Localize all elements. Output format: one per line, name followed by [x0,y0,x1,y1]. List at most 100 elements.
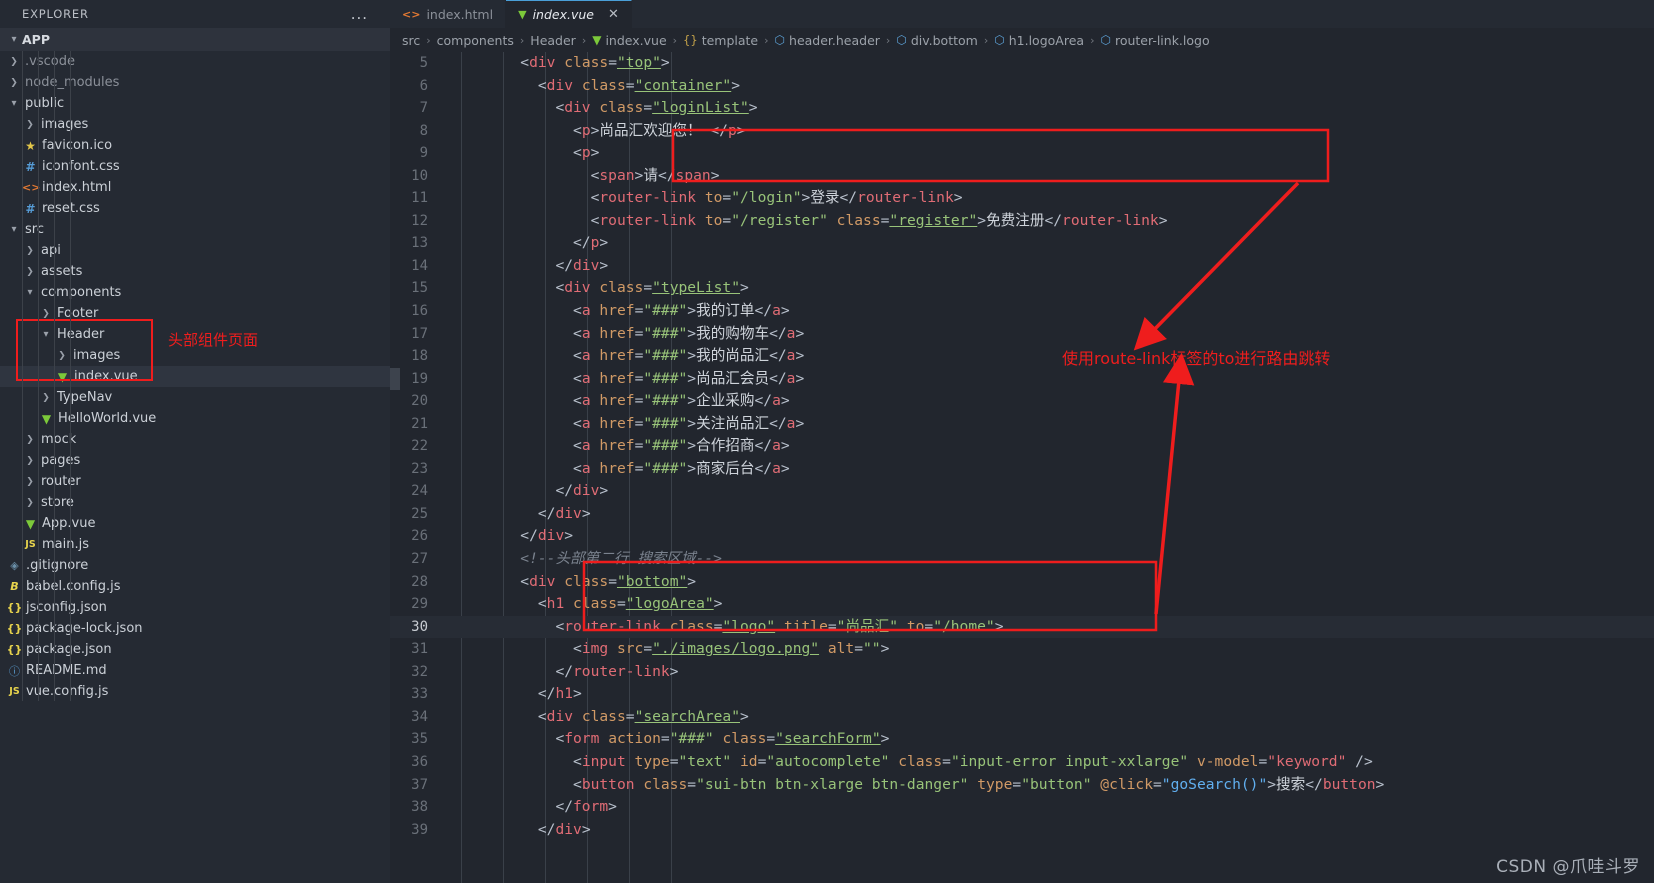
breadcrumb-item[interactable]: Header [530,33,576,48]
vue-icon: ▼ [592,33,602,47]
code-line-text: <a href="###">我的购物车</a> [573,324,805,342]
code-line[interactable]: 17 <a href="###">我的购物车</a> [390,323,1654,346]
sidebar-item-favicon-ico[interactable]: ★ favicon.ico [0,135,390,156]
code-line[interactable]: 14 </div> [390,255,1654,278]
sidebar-item-vue-config-js[interactable]: JS vue.config.js [0,681,390,702]
code-line-text: <form action="###" class="searchForm"> [555,730,890,748]
code-line[interactable]: 25 </div> [390,503,1654,526]
code-line-text: </div> [555,256,609,274]
sidebar-item-package-json[interactable]: {} package.json [0,639,390,660]
code-line[interactable]: 30 <router-link class="logo" title="尚品汇"… [390,615,1654,639]
line-number: 6 [419,77,428,94]
sidebar-item-reset-css[interactable]: #reset.css [0,198,390,219]
line-number: 28 [411,573,428,590]
sidebar-item-iconfont-css[interactable]: # iconfont.css [0,156,390,177]
sidebar-item-images[interactable]: ❯ images [0,114,390,135]
code-line[interactable]: 10 <span>请</span> [390,165,1654,188]
sidebar-item-vscode[interactable]: ❯ .vscode [0,51,390,72]
sidebar-item-helloworld-vue[interactable]: ▼ HelloWorld.vue [0,408,390,429]
code-line[interactable]: 26 </div> [390,525,1654,548]
breadcrumb-item[interactable]: {} template [683,33,758,48]
sidebar-item-babel-config-js[interactable]: Bbabel.config.js [0,576,390,597]
breadcrumb-item[interactable]: src [402,33,420,48]
code-line[interactable]: 6 <div class="container"> [390,75,1654,98]
code-line[interactable]: 34 <div class="searchArea"> [390,706,1654,729]
close-icon[interactable]: ✕ [608,7,619,22]
tab-index-vue[interactable]: ▼ index.vue ✕ [506,0,632,28]
code-line-text: <a href="###">关注尚品汇</a> [573,414,805,432]
breadcrumb-separator: › [885,33,891,47]
code-line[interactable]: 39 </div> [390,819,1654,842]
code-line-text: <!--头部第二行 搜索区域--> [520,550,722,568]
sidebar-item-package-lock-json[interactable]: {} package-lock.json [0,618,390,639]
sidebar-item-src[interactable]: ▾ src [0,219,390,240]
git-icon: ◈ [10,559,19,572]
breadcrumb-item[interactable]: ⬡ h1.logoArea [994,33,1084,48]
code-line[interactable]: 15 <div class="typeList"> [390,277,1654,300]
code-line[interactable]: 16 <a href="###">我的订单</a> [390,300,1654,323]
sidebar-item-components[interactable]: ▾ components [0,282,390,303]
code-line[interactable]: 28 <div class="bottom"> [390,571,1654,594]
sidebar-item-gitignore[interactable]: ◈ .gitignore [0,555,390,576]
sidebar-item-assets[interactable]: ❯ assets [0,261,390,282]
code-line[interactable]: 7 <div class="loginList"> [390,97,1654,120]
explorer-header: EXPLORER ... [0,0,390,28]
sidebar-item-mock[interactable]: ❯ mock [0,429,390,450]
more-actions-icon[interactable]: ... [351,7,378,22]
code-line[interactable]: 38 </form> [390,796,1654,819]
breadcrumb-label: src [402,32,421,48]
code-line[interactable]: 27 <!--头部第二行 搜索区域--> [390,548,1654,571]
braces-icon: {} [683,33,698,47]
sidebar-item-index-html[interactable]: <> index.html [0,177,390,198]
code-line[interactable]: 31 <img src="./images/logo.png" alt=""> [390,638,1654,661]
code-line[interactable]: 36 <input type="text" id="autocomplete" … [390,751,1654,774]
code-line[interactable]: 21 <a href="###">关注尚品汇</a> [390,413,1654,436]
code-line[interactable]: 32 </router-link> [390,661,1654,684]
breadcrumb-item[interactable]: ⬡ header.header [775,33,880,48]
breadcrumb-item[interactable]: ▼ index.vue [592,33,666,48]
sidebar-item-store[interactable]: ❯ store [0,492,390,513]
code-line[interactable]: 37 <button class="sui-btn btn-xlarge btn… [390,774,1654,797]
breadcrumb-item[interactable]: ⬡ router-link.logo [1100,33,1209,48]
sidebar-item-index-vue[interactable]: ▼ index.vue [0,366,390,387]
code-line[interactable]: 12 <router-link to="/register" class="re… [390,210,1654,233]
sidebar-item-main-js[interactable]: JS main.js [0,534,390,555]
code-line[interactable]: 33 </h1> [390,683,1654,706]
code-line-text: </h1> [537,685,582,703]
code-line[interactable]: 20 <a href="###">企业采购</a> [390,390,1654,413]
sidebar-item-router[interactable]: ❯ router [0,471,390,492]
code-line[interactable]: 24 </div> [390,480,1654,503]
code-line[interactable]: 23 <a href="###">商家后台</a> [390,458,1654,481]
code-line[interactable]: 11 <router-link to="/login">登录</router-l… [390,187,1654,210]
code-line[interactable]: 35 <form action="###" class="searchForm"… [390,728,1654,751]
sidebar-item-label: .vscode [25,54,75,69]
sidebar-item-jsconfig-json[interactable]: {} jsconfig.json [0,597,390,618]
sidebar-item-app-vue[interactable]: ▼ App.vue [0,513,390,534]
scrollbar-marker[interactable] [390,367,400,390]
code-editor[interactable]: 5 <div class="top"> 6 <div class="contain… [390,52,1654,883]
code-line[interactable]: 13 </p> [390,232,1654,255]
code-line[interactable]: 5 <div class="top"> [390,52,1654,75]
code-line[interactable]: 18 <a href="###">我的尚品汇</a> [390,345,1654,368]
breadcrumb-item[interactable]: ⬡ div.bottom [896,33,978,48]
sidebar-item-footer[interactable]: ❯ Footer [0,303,390,324]
sidebar-item-typenav[interactable]: ❯ TypeNav [0,387,390,408]
code-line[interactable]: 8 <p>尚品汇欢迎您！ </p> [390,120,1654,143]
sidebar-item-pages[interactable]: ❯ pages [0,450,390,471]
explorer-root-app[interactable]: ▾ APP [0,28,390,51]
breadcrumb-label: div.bottom [910,32,978,48]
tab-index-html[interactable]: <> index.html [390,0,507,28]
sidebar-item-readme-md[interactable]: ⓘ README.md [0,660,390,681]
sidebar-item-public[interactable]: ▾ public [0,93,390,114]
code-line-text: <input type="text" id="autocomplete" cla… [573,752,1373,770]
code-line[interactable]: 29 <h1 class="logoArea"> [390,593,1654,616]
code-line[interactable]: 22 <a href="###">合作招商</a> [390,435,1654,458]
file-tree: ❯ .vscode ❯ node_modules ▾ public ❯ images ★ favi… [0,51,390,702]
code-line[interactable]: 9 <p> [390,142,1654,165]
sidebar-item-api[interactable]: ❯ api [0,240,390,261]
code-line[interactable]: 19 <a href="###">尚品汇会员</a> [390,368,1654,391]
code-line-text: <span>请</span> [590,166,720,184]
sidebar-item-node-modules[interactable]: ❯ node_modules [0,72,390,93]
line-number: 21 [411,415,428,432]
breadcrumb-item[interactable]: components [437,33,514,48]
